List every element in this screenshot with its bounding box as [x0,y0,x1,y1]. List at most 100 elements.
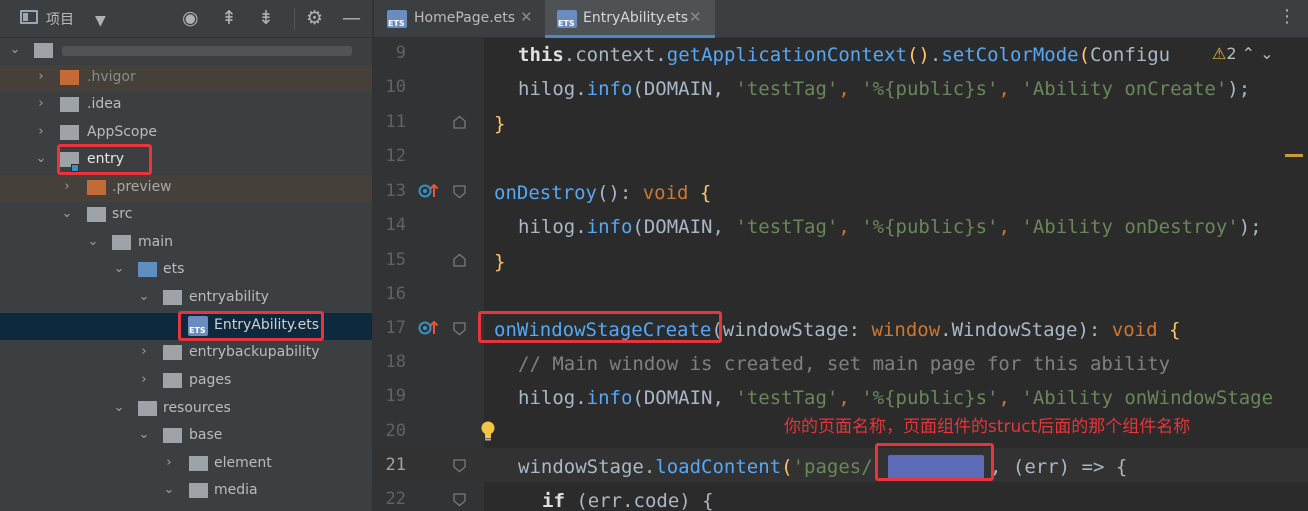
scrollbar-warning-marker[interactable] [1285,154,1303,157]
tree-item-label: resources [163,400,231,416]
tree-item-pages[interactable]: › pages [0,368,372,395]
folder-icon [189,456,208,471]
folder-icon [138,401,157,416]
chevron-right-icon[interactable]: › [34,96,48,112]
code-line-21-tail: , (err) => { [990,456,1128,478]
tree-item-label: src [112,206,133,222]
highlight-page-name [875,443,994,481]
fold-start-icon[interactable] [452,492,467,507]
folder-icon [163,428,182,443]
inspection-widget[interactable]: ⚠2 ⌃ ⌄ [1208,44,1278,63]
folder-icon [163,290,182,305]
tab-label: HomePage.ets [414,10,516,26]
chevron-right-icon[interactable]: › [34,69,48,85]
tree-item-entryability[interactable]: ⌄ entryability [0,285,372,312]
fold-start-icon[interactable] [452,458,467,473]
line-number: 9 [395,43,406,63]
folder-icon [163,373,182,388]
close-icon[interactable]: ✕ [689,8,702,26]
chevron-down-icon[interactable]: ⌄ [8,42,22,58]
code-line-14: hilog.info(DOMAIN, 'testTag', '%{public}… [518,216,1262,238]
tree-item-element[interactable]: › element [0,451,372,478]
chevron-down-icon[interactable]: ⌄ [34,151,48,167]
tree-item-label: main [138,234,173,250]
tab-label: EntryAbility.ets [583,10,689,26]
line-number: 17 [385,318,406,338]
chevron-right-icon[interactable]: › [137,344,151,360]
chevron-down-icon[interactable]: ⌄ [137,427,151,443]
tree-item-label: .preview [112,179,172,195]
override-method-icon[interactable] [418,319,440,337]
lightbulb-icon[interactable] [479,420,497,442]
annotation-text: 你的页面名称，页面组件的struct后面的那个组件名称 [784,417,1191,437]
tree-item-preview[interactable]: › .preview [0,175,372,202]
chevron-right-icon[interactable]: › [60,179,74,195]
editor-tabs: ETS HomePage.ets ✕ ETS EntryAbility.ets … [374,0,1308,38]
more-vertical-icon[interactable]: ⋮ [1278,6,1296,27]
tree-item-label: .idea [87,96,122,112]
highlight-onwindowstagecreate [478,311,722,343]
chevron-right-icon[interactable]: › [137,372,151,388]
fold-start-icon[interactable] [452,321,467,336]
chevron-down-icon[interactable]: ⌄ [1260,44,1273,63]
chevron-down-icon[interactable]: ⌄ [112,261,126,277]
code-line-18: // Main window is created, set main page… [518,353,1171,375]
fold-end-icon[interactable] [452,253,467,268]
chevron-down-icon[interactable]: ⌄ [60,206,74,222]
folder-icon [60,97,79,112]
project-panel-title[interactable]: 项目 [46,9,74,29]
tree-item-idea[interactable]: › .idea [0,92,372,119]
collapse-all-icon[interactable]: ⇟ [258,6,274,30]
chevron-up-icon[interactable]: ⌃ [1242,44,1255,63]
project-view-icon[interactable] [20,10,38,24]
chevron-down-icon[interactable]: ⌄ [112,400,126,416]
chevron-right-icon[interactable]: › [34,124,48,140]
override-method-icon[interactable] [418,182,440,200]
tree-item-hvigor[interactable]: › .hvigor [0,65,372,92]
chevron-down-icon[interactable]: ⌄ [137,289,151,305]
line-number: 11 [385,112,406,132]
line-number: 10 [385,77,406,97]
tree-item-entrybackupability[interactable]: › entrybackupability [0,340,372,367]
tree-item-media[interactable]: ⌄ media [0,478,372,505]
tree-item-src[interactable]: ⌄ src [0,202,372,229]
hide-panel-icon[interactable]: — [342,6,361,30]
tree-item-root[interactable]: ⌄ [0,38,372,65]
close-icon[interactable]: ✕ [520,8,533,26]
chevron-down-icon[interactable]: ⌄ [86,234,100,250]
locate-file-icon[interactable]: ◉ [182,6,199,30]
chevron-down-icon[interactable]: ⌄ [162,482,176,498]
chevron-down-icon[interactable]: ▼ [95,9,106,33]
tree-item-resources[interactable]: ⌄ resources [0,396,372,423]
chevron-right-icon[interactable]: › [162,455,176,471]
tree-item-appscope[interactable]: › AppScope [0,120,372,147]
redacted-project-name [62,46,352,56]
code-line-9: this.context.getApplicationContext().set… [518,44,1171,66]
fold-end-icon[interactable] [452,115,467,130]
code-line-13: onDestroy(): void { [494,182,712,204]
line-number: 15 [385,250,406,270]
line-number: 20 [385,421,406,441]
expand-all-icon[interactable]: ⇞ [221,6,237,30]
folder-icon [87,207,106,222]
ets-file-icon: ETS [557,10,577,28]
tree-item-main[interactable]: ⌄ main [0,230,372,257]
line-number: 13 [385,181,406,201]
warning-count: 2 [1226,44,1237,63]
line-number: 22 [385,489,406,509]
tree-item-ets[interactable]: ⌄ ets [0,257,372,284]
folder-icon [163,345,182,360]
fold-start-icon[interactable] [452,184,467,199]
gear-icon[interactable]: ⚙ [306,6,323,30]
folder-icon [60,125,79,140]
tab-homepage-ets[interactable]: ETS HomePage.ets ✕ [374,0,544,38]
code-line-22: if (err.code) { [542,490,714,511]
tree-item-entry[interactable]: ⌄ entry [0,147,372,174]
line-number: 16 [385,284,406,304]
warning-icon: ⚠ [1212,44,1227,63]
ets-file-icon: ETS [387,10,407,28]
tree-item-base[interactable]: ⌄ base [0,423,372,450]
code-editor[interactable] [484,38,1308,511]
tab-entryability-ets[interactable]: ETS EntryAbility.ets ✕ [545,0,715,38]
line-number: 19 [385,386,406,406]
